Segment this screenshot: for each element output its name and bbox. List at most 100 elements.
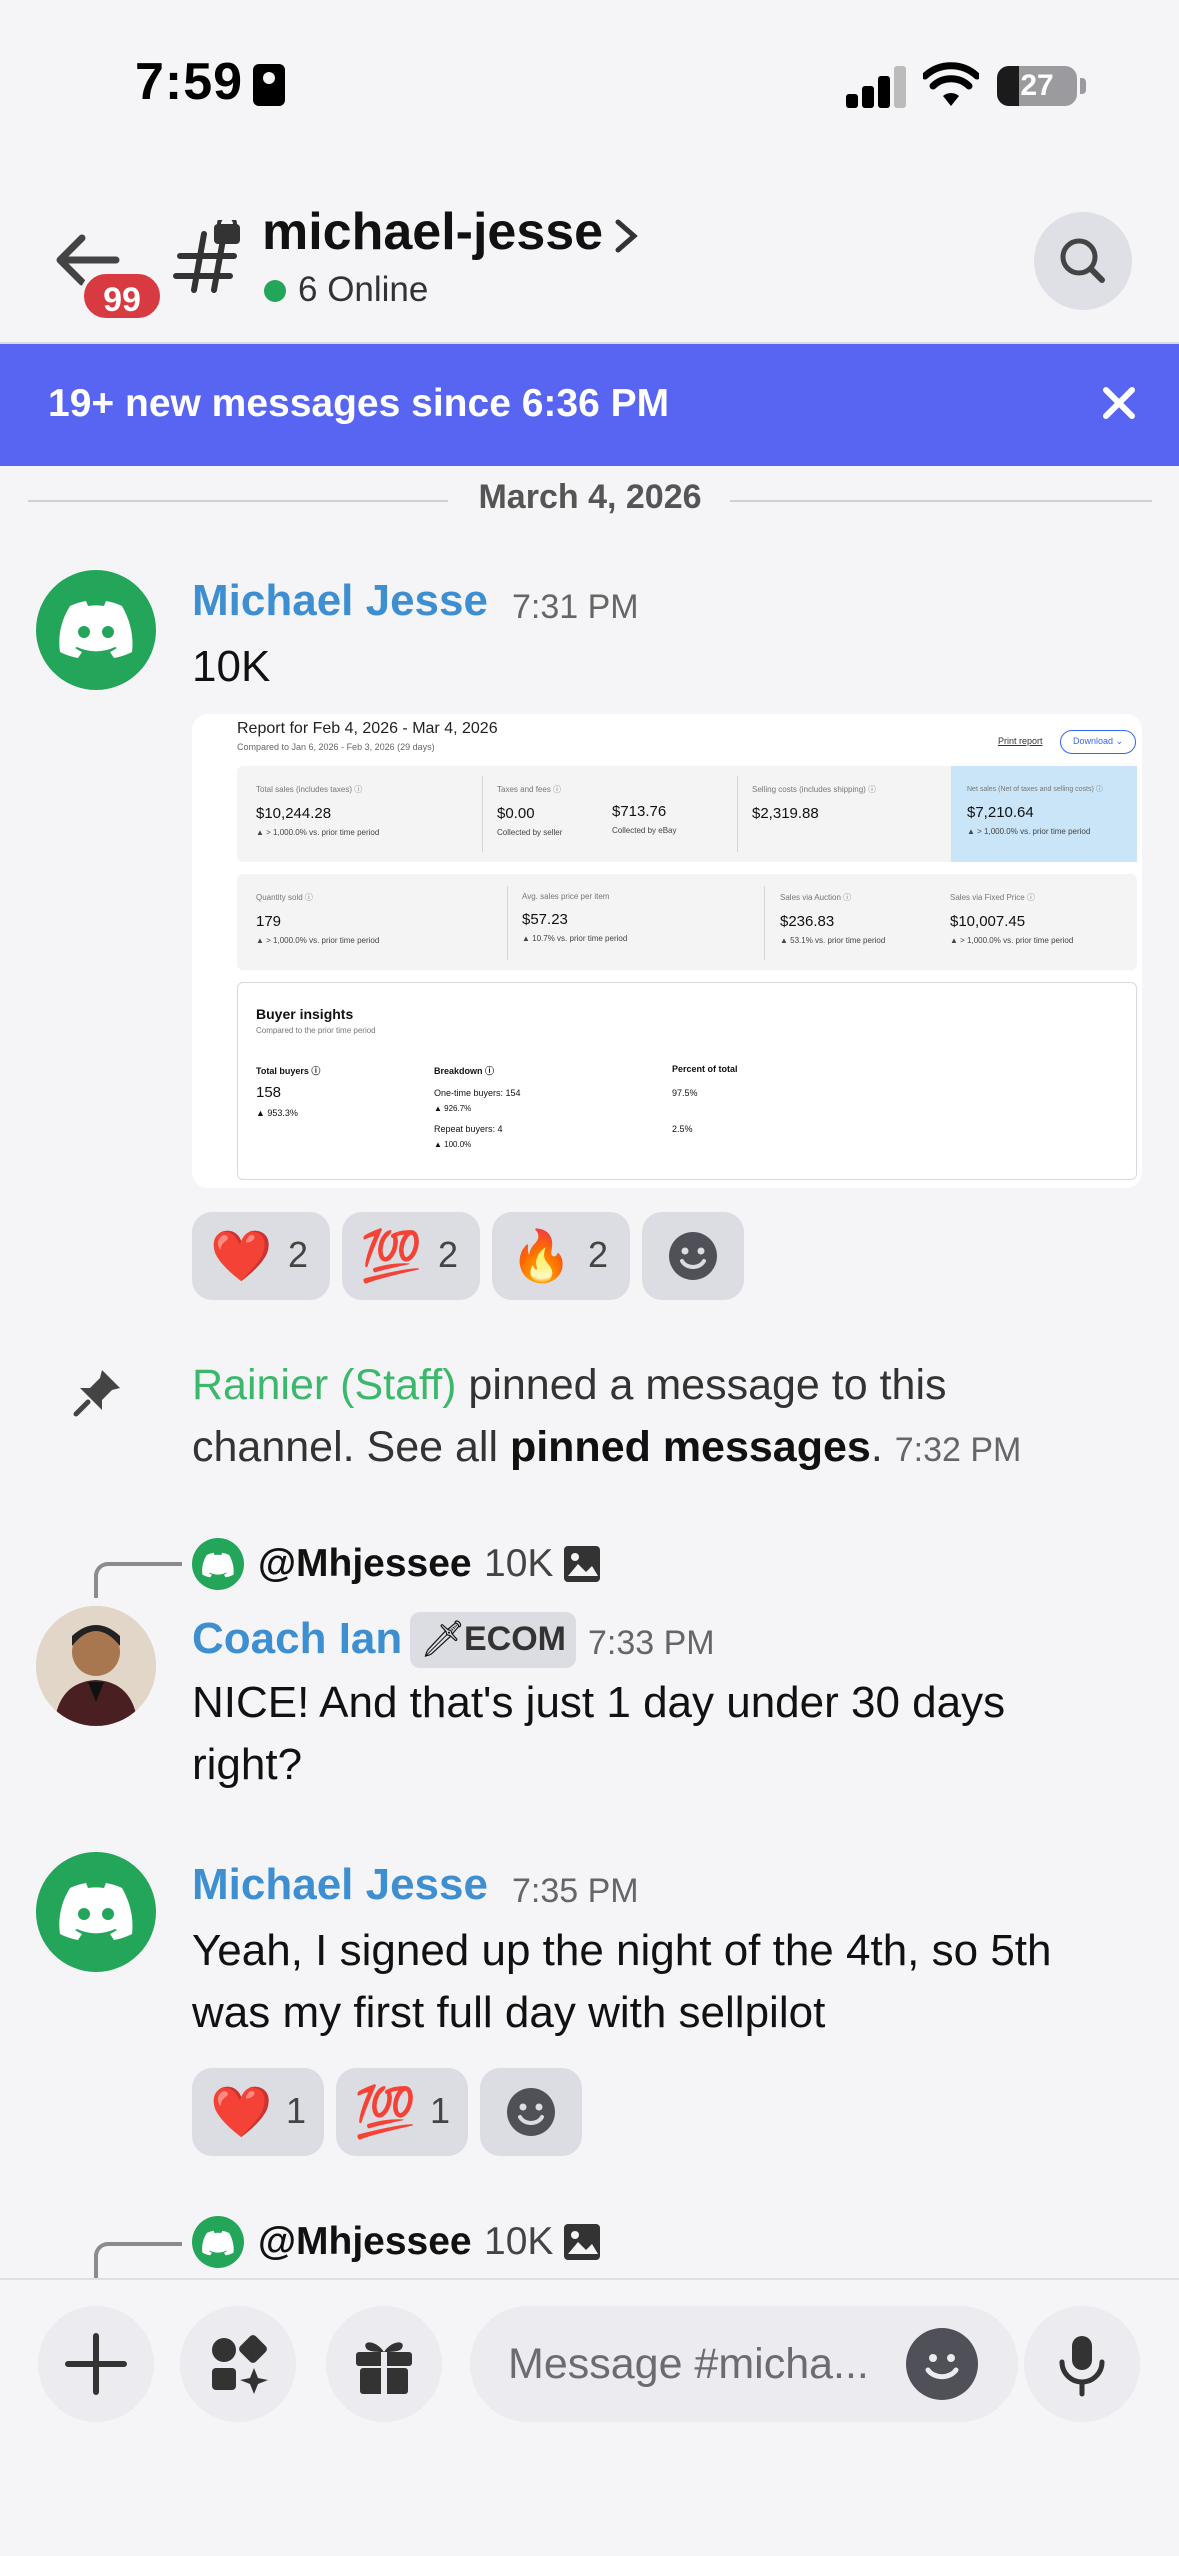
add-reaction-button[interactable] [480, 2068, 582, 2156]
avatar[interactable] [36, 570, 156, 690]
reply-preview-text[interactable]: 10K [484, 1542, 553, 1586]
reaction-hundred[interactable]: 💯 1 [336, 2068, 468, 2156]
new-messages-banner[interactable]: 19+ new messages since 6:36 PM [0, 344, 1179, 466]
reaction-count: 1 [286, 2090, 307, 2131]
percent-of-total-label: Percent of total [672, 1064, 738, 1074]
apps-button[interactable] [180, 2306, 296, 2422]
taxes-metric: Taxes and fees ⓘ $0.00 Collected by sell… [497, 784, 562, 837]
selling-costs-metric: Selling costs (includes shipping) ⓘ $2,3… [752, 784, 876, 822]
gift-button[interactable] [326, 2306, 442, 2422]
metric-label: Avg. sales price per item [522, 892, 610, 901]
message-timestamp: 7:33 PM [588, 1624, 715, 1662]
quantity-sold-metric: Quantity sold ⓘ 179 ▲ > 1,000.0% vs. pri… [256, 892, 379, 945]
smiley-icon [925, 2354, 959, 2380]
report-subtitle: Compared to Jan 6, 2026 - Feb 3, 2026 (2… [237, 742, 435, 752]
metric-label: Net sales (Net of taxes and selling cost… [967, 786, 1103, 793]
metric-note: Collected by seller [497, 828, 563, 837]
metric-value: $57.23 [522, 911, 568, 928]
reaction-fire[interactable]: 🔥 2 [492, 1212, 630, 1300]
discord-logo-icon [202, 2230, 234, 2256]
image-icon [564, 2224, 600, 2260]
image-icon [564, 1546, 600, 1582]
reply-username[interactable]: @Mhjessee [258, 1542, 472, 1586]
metric-label: Taxes and fees ⓘ [497, 785, 562, 794]
avatar[interactable] [36, 1852, 156, 1972]
add-attachment-button[interactable] [38, 2306, 154, 2422]
reply-preview-text[interactable]: 10K [484, 2220, 553, 2264]
unread-count-badge: 99 [80, 270, 164, 322]
message-input[interactable] [508, 2336, 898, 2392]
voice-message-button[interactable] [1024, 2306, 1140, 2422]
status-time: 7:59 [135, 53, 244, 111]
divider [737, 776, 738, 852]
staff-name[interactable]: Rainier (Staff) [192, 1361, 456, 1409]
print-report-link: Print report [998, 736, 1043, 746]
close-icon[interactable] [1098, 382, 1140, 424]
message-timestamp: 7:35 PM [512, 1872, 639, 1910]
new-messages-text: 19+ new messages since 6:36 PM [48, 382, 670, 425]
reply-username[interactable]: @Mhjessee [258, 2220, 472, 2264]
heart-emoji-icon: ❤️ [210, 1228, 273, 1284]
role-tag: 🗡 ECOM [410, 1612, 576, 1668]
online-status-dot [264, 280, 286, 302]
divider [482, 776, 483, 852]
reaction-hundred[interactable]: 💯 2 [342, 1212, 480, 1300]
sword-icon: 🗡 [420, 1618, 466, 1659]
metric-label: Sales via Fixed Price ⓘ [950, 893, 1035, 902]
smiley-icon [669, 1232, 717, 1280]
chevron-right-icon[interactable] [612, 216, 642, 256]
message-timestamp: 7:32 PM [894, 1431, 1022, 1469]
avatar[interactable] [36, 1606, 156, 1726]
message-timestamp: 7:31 PM [512, 588, 639, 626]
reaction-heart[interactable]: ❤️ 2 [192, 1212, 330, 1300]
message-author[interactable]: Michael Jesse [192, 1860, 488, 1910]
metric-note: ▲ 10.7% vs. prior time period [522, 934, 628, 943]
repeat-buyers-note: ▲ 100.0% [434, 1140, 472, 1149]
total-buyers-note: ▲ 953.3% [256, 1108, 298, 1118]
metric-note: ▲ 53.1% vs. prior time period [780, 936, 886, 945]
online-count: 6 Online [298, 270, 429, 309]
emoji-picker-button[interactable] [906, 2328, 978, 2400]
user-photo-icon [36, 1606, 156, 1726]
metric-note: ▲ > 1,000.0% vs. prior time period [256, 828, 380, 837]
repeat-percent: 2.5% [672, 1124, 693, 1134]
search-icon [1060, 238, 1105, 283]
download-button: Download ⌄ [1060, 730, 1136, 754]
metric-value: $10,244.28 [256, 805, 332, 822]
message-author[interactable]: Coach Ian [192, 1614, 402, 1664]
discord-logo-icon [59, 1883, 133, 1940]
metric-label: Selling costs (includes shipping) ⓘ [752, 785, 877, 794]
metric-note: ▲ > 1,000.0% vs. prior time period [950, 936, 1074, 945]
add-reaction-button[interactable] [642, 1212, 744, 1300]
role-tag-label: ECOM [464, 1620, 566, 1658]
message-text: Yeah, I signed up the night of the 4th, … [192, 1926, 1052, 2037]
metric-note: ▲ > 1,000.0% vs. prior time period [256, 936, 380, 945]
total-buyers-label: Total buyers ⓘ [256, 1066, 321, 1076]
fire-emoji-icon: 🔥 [510, 1228, 573, 1284]
pinned-messages-link[interactable]: pinned messages [510, 1423, 871, 1471]
battery-percent: 27 [1020, 69, 1054, 102]
reply-connector [94, 2242, 182, 2278]
metric-value: 179 [256, 913, 282, 930]
metric-label: Total sales (includes taxes) ⓘ [256, 785, 363, 794]
auction-sales-metric: Sales via Auction ⓘ $236.83 ▲ 53.1% vs. … [780, 892, 885, 945]
search-button[interactable] [1034, 212, 1132, 310]
reply-avatar [192, 1538, 244, 1590]
total-sales-metric: Total sales (includes taxes) ⓘ $10,244.2… [256, 784, 379, 837]
divider [507, 886, 508, 960]
message-author[interactable]: Michael Jesse [192, 576, 488, 626]
reply-avatar [192, 2216, 244, 2268]
hundred-emoji-icon: 💯 [354, 2084, 417, 2140]
report-image-attachment[interactable]: Report for Feb 4, 2026 - Mar 4, 2026 Com… [192, 714, 1142, 1188]
reaction-heart[interactable]: ❤️ 1 [192, 2068, 324, 2156]
discord-logo-icon [59, 601, 133, 658]
pin-icon [73, 1370, 120, 1417]
breakdown-label: Breakdown ⓘ [434, 1066, 495, 1076]
channel-name[interactable]: michael-jesse [262, 202, 603, 262]
gift-icon [356, 2342, 412, 2394]
buyer-insights-subtitle: Compared to the prior time period [256, 1026, 376, 1035]
one-time-buyers-note: ▲ 926.7% [434, 1104, 472, 1113]
metric-label [612, 784, 676, 793]
metric-value: $10,007.45 [950, 913, 1026, 930]
battery-tip [1080, 78, 1086, 94]
